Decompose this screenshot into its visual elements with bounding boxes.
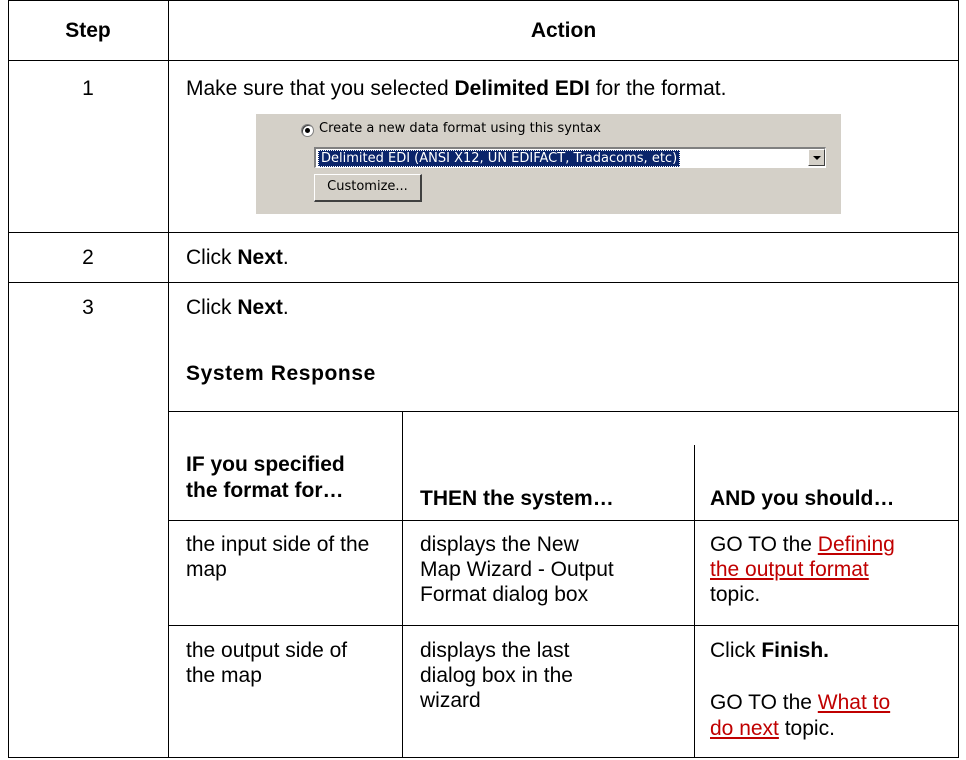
sub-header-divider — [168, 520, 959, 521]
if-cell-2-line2: the map — [186, 664, 262, 687]
then-header: THEN the system… — [420, 487, 614, 510]
and-cell-2-click: Click Finish. — [710, 639, 830, 662]
if-cell-1-line2: map — [186, 558, 227, 581]
then-cell-2-line2: dialog box in the — [420, 664, 573, 687]
syntax-combobox-value: Delimited EDI (ANSI X12, UN EDIFACT, Tra… — [318, 150, 681, 167]
then-cell-1-line1: displays the New — [420, 533, 579, 556]
if-cell-1-line1: the input side of the — [186, 533, 370, 556]
then-cell-1-line3: Format dialog box — [420, 583, 589, 606]
what-to-do-next-link[interactable]: What to — [818, 691, 890, 714]
create-format-radio-label: Create a new data format using this synt… — [319, 121, 601, 136]
action-header: Action — [530, 19, 597, 42]
then-cell-2-line3: wizard — [420, 689, 481, 712]
sub-row-divider — [168, 625, 959, 626]
and-cell-1-line1: GO TO the Defining — [710, 533, 895, 556]
defining-output-format-link-cont[interactable]: the output format — [710, 558, 869, 581]
chevron-down-icon[interactable] — [808, 149, 825, 166]
step-number-1: 1 — [82, 77, 94, 100]
then-cell-1-line2: Map Wizard - Output — [420, 558, 614, 581]
emphasis-next: Next — [237, 246, 283, 269]
emphasis-next: Next — [237, 296, 283, 319]
row-divider-2 — [8, 282, 959, 283]
then-cell-2-line1: displays the last — [420, 639, 570, 662]
and-cell-2-line1: GO TO the What to — [710, 691, 891, 714]
emphasis-finish: Finish. — [761, 639, 830, 662]
step-3-text: Click Next. — [186, 296, 289, 319]
and-cell-1-line2: the output format — [710, 557, 869, 582]
header-divider — [8, 60, 959, 61]
step-2-text: Click Next. — [186, 246, 289, 269]
what-to-do-next-link-cont[interactable]: do next — [710, 717, 779, 740]
sub-col-divider-1 — [402, 411, 403, 758]
step-header: Step — [65, 19, 111, 42]
emphasis-delimited-edi: Delimited EDI — [454, 77, 590, 100]
and-header: AND you should… — [710, 487, 895, 510]
if-header-line2: the format for… — [186, 479, 344, 502]
dialog-snippet: Create a new data format using this synt… — [256, 114, 841, 214]
and-cell-2-line2: do next topic. — [710, 717, 835, 740]
syntax-combobox[interactable]: Delimited EDI (ANSI X12, UN EDIFACT, Tra… — [314, 147, 826, 168]
sub-col-divider-2 — [694, 520, 695, 758]
sub-col-divider-2-header — [694, 445, 695, 520]
customize-button[interactable]: Customize... — [314, 174, 422, 202]
row-divider-1 — [8, 232, 959, 233]
if-cell-2-line1: the output side of — [186, 639, 348, 662]
step-column-divider — [168, 0, 169, 758]
if-header-line1: IF you specified — [186, 453, 345, 476]
system-response-heading: System Response — [186, 362, 376, 385]
create-format-radio[interactable] — [301, 124, 314, 137]
and-cell-1-line3: topic. — [710, 583, 761, 606]
step-number-3: 3 — [82, 296, 94, 319]
sub-table-top — [168, 411, 959, 412]
step-number-2: 2 — [82, 246, 94, 269]
defining-output-format-link[interactable]: Defining — [818, 533, 895, 556]
step-1-text: Make sure that you selected Delimited ED… — [186, 77, 727, 100]
